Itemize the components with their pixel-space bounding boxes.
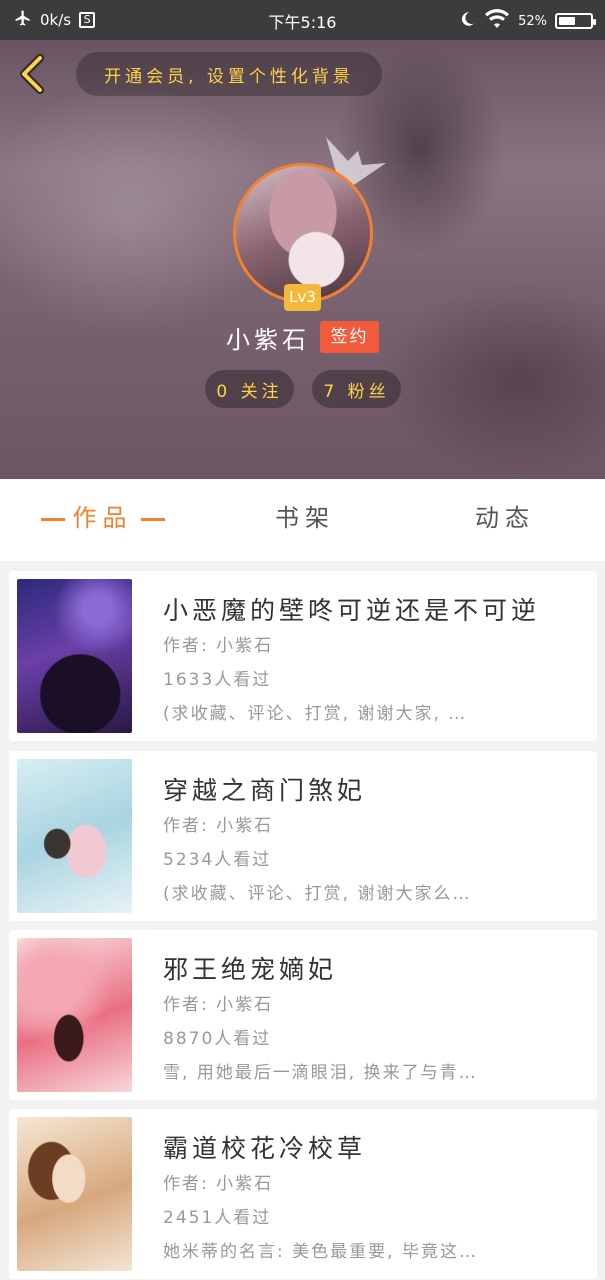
tab-indicator-left — [40, 517, 65, 521]
signed-badge: 签约 — [320, 321, 379, 353]
book-card[interactable]: 邪王绝宠嫡妃 作者: 小紫石 8870人看过 雪, 用她最后一滴眼泪, 换来了与… — [9, 930, 597, 1100]
chevron-left-icon — [14, 54, 50, 98]
book-cover[interactable] — [17, 1117, 132, 1271]
book-title[interactable]: 霸道校花冷校草 — [163, 1129, 587, 1165]
book-author: 作者: 小紫石 — [163, 636, 274, 656]
username-row: 小紫石 签约 — [0, 320, 605, 354]
book-description: (求收藏、评论、打赏, 谢谢大家, … — [163, 704, 468, 724]
avatar[interactable] — [233, 163, 373, 303]
moon-icon — [458, 10, 476, 32]
book-author: 作者: 小紫石 — [163, 995, 274, 1015]
tab-bookshelf[interactable]: 书架 — [250, 479, 360, 561]
book-views: 8870人看过 — [163, 1029, 272, 1049]
book-card[interactable]: 霸道校花冷校草 作者: 小紫石 2451人看过 她米蒂的名言: 美色最重要, 毕… — [9, 1109, 597, 1279]
back-button[interactable] — [14, 54, 50, 94]
book-description: 她米蒂的名言: 美色最重要, 毕竟这… — [163, 1242, 478, 1262]
vip-promo-button[interactable]: 开通会员, 设置个性化背景 — [76, 52, 382, 96]
book-author: 作者: 小紫石 — [163, 816, 274, 836]
tab-works[interactable]: 作品 — [20, 479, 185, 561]
following-button[interactable]: 0 关注 — [205, 370, 294, 408]
avatar-container[interactable] — [233, 163, 373, 303]
tab-bookshelf-label: 书架 — [275, 504, 335, 532]
book-views: 1633人看过 — [163, 670, 272, 690]
book-description: 雪, 用她最后一滴眼泪, 换来了与青… — [163, 1063, 478, 1083]
book-title[interactable]: 邪王绝宠嫡妃 — [163, 950, 587, 986]
tab-activity-label: 动态 — [475, 504, 535, 532]
fans-button[interactable]: 7 粉丝 — [312, 370, 401, 408]
book-card[interactable]: 小恶魔的壁咚可逆还是不可逆 作者: 小紫石 1633人看过 (求收藏、评论、打赏… — [9, 571, 597, 741]
tab-indicator-right — [140, 517, 165, 521]
tab-activity[interactable]: 动态 — [450, 479, 560, 561]
status-bar: 0k/s S 下午5:16 52% — [0, 0, 605, 40]
level-badge: Lv3 — [284, 284, 321, 311]
book-cover[interactable] — [17, 759, 132, 913]
book-description: (求收藏、评论、打赏, 谢谢大家么… — [163, 884, 472, 904]
battery-icon — [555, 13, 596, 29]
profile-header: 0k/s S 下午5:16 52% 开通会员, 设置个性化背景 Lv3 小紫石 … — [0, 0, 605, 479]
book-cover[interactable] — [17, 938, 132, 1092]
book-views: 2451人看过 — [163, 1208, 272, 1228]
book-title[interactable]: 穿越之商门煞妃 — [163, 771, 587, 807]
book-cover[interactable] — [17, 579, 132, 733]
stats-row: 0 关注 7 粉丝 — [205, 370, 401, 408]
tab-works-label: 作品 — [72, 504, 133, 532]
tab-bar: 作品 书架 动态 — [0, 479, 605, 561]
wifi-icon — [484, 9, 510, 33]
book-views: 5234人看过 — [163, 850, 272, 870]
battery-fill — [559, 17, 575, 25]
book-author: 作者: 小紫石 — [163, 1174, 274, 1194]
username: 小紫石 — [226, 325, 310, 354]
battery-percent: 52% — [518, 13, 547, 29]
book-card[interactable]: 穿越之商门煞妃 作者: 小紫石 5234人看过 (求收藏、评论、打赏, 谢谢大家… — [9, 751, 597, 921]
book-title[interactable]: 小恶魔的壁咚可逆还是不可逆 — [163, 591, 587, 627]
